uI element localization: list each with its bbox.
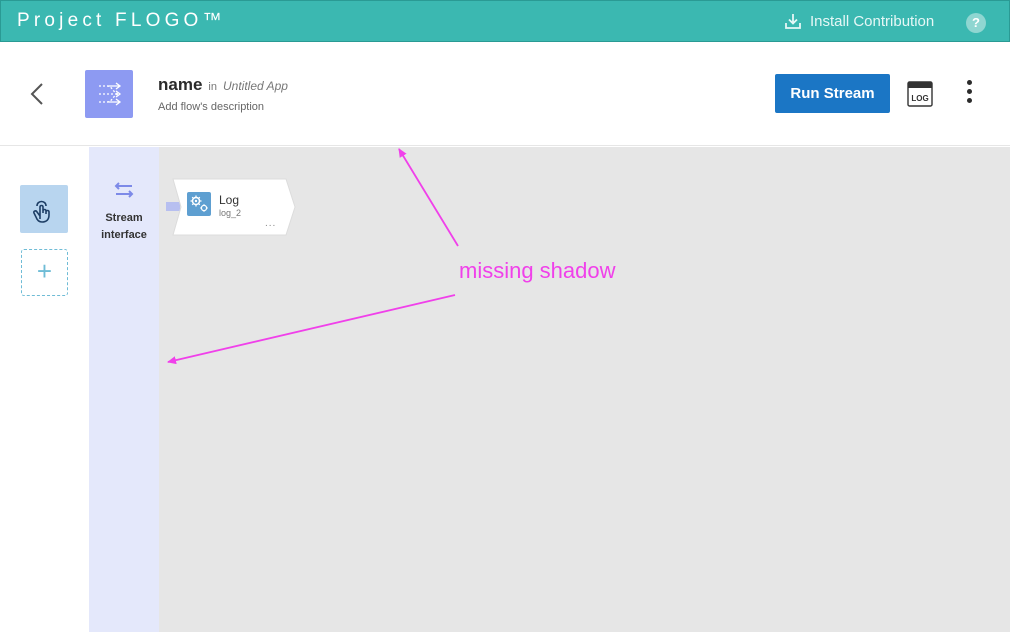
annotation-arrow-column — [167, 294, 456, 365]
annotation-label: missing shadow — [459, 258, 616, 283]
annotation-arrows — [167, 148, 459, 365]
annotation-arrow-header — [398, 148, 459, 247]
